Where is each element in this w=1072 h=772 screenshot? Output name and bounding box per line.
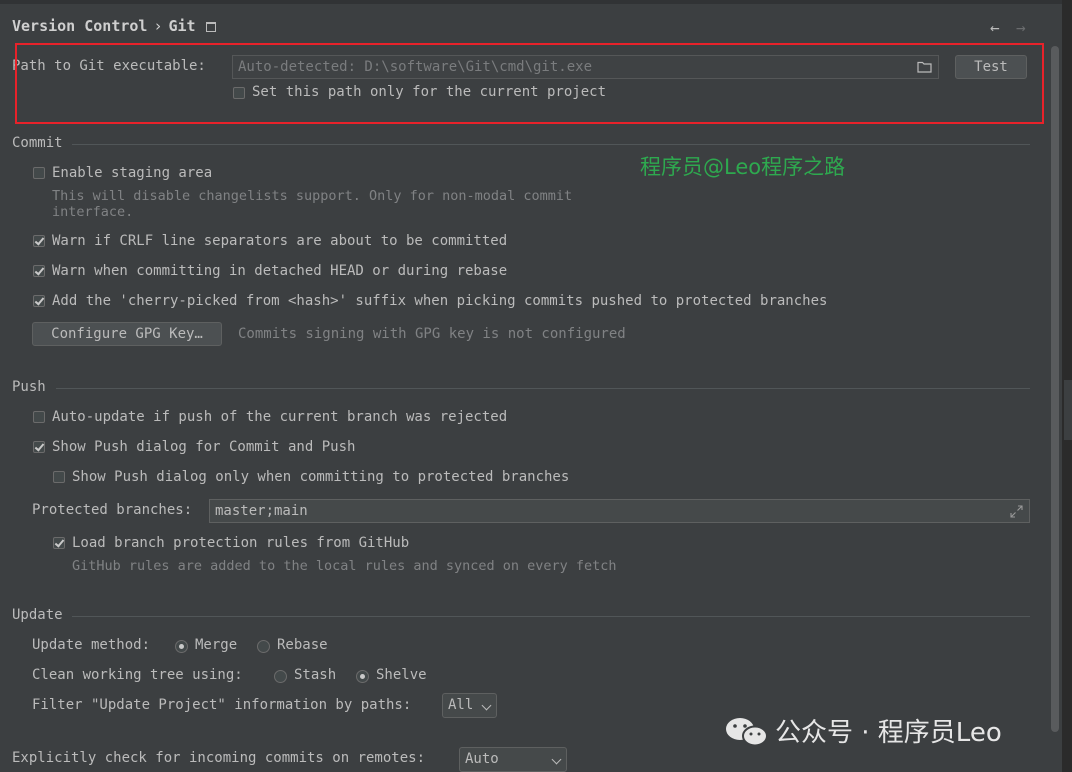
staging-hint-line1: This will disable changelists support. O… bbox=[52, 188, 573, 204]
enable-staging-label: Enable staging area bbox=[52, 165, 213, 181]
show-push-dialog-checkbox[interactable] bbox=[33, 441, 45, 453]
rebase-label: Rebase bbox=[277, 637, 328, 653]
load-rules-label: Load branch protection rules from GitHub bbox=[72, 535, 410, 551]
top-border bbox=[0, 0, 1072, 4]
show-push-protected-checkbox[interactable] bbox=[53, 471, 65, 483]
window-icon[interactable] bbox=[205, 21, 216, 32]
highlight-box bbox=[15, 43, 1044, 124]
push-section-title: Push bbox=[12, 379, 46, 395]
gpg-status: Commits signing with GPG key is not conf… bbox=[238, 326, 626, 342]
breadcrumb-page: Git bbox=[168, 17, 196, 35]
watermark: 程序员@Leo程序之路 bbox=[640, 155, 846, 179]
scrollbar-thumb[interactable] bbox=[1051, 46, 1059, 732]
commit-divider bbox=[72, 144, 1030, 145]
breadcrumb: Version Control › Git bbox=[12, 17, 216, 35]
auto-update-checkbox[interactable] bbox=[33, 411, 45, 423]
breadcrumb-separator: › bbox=[153, 17, 163, 35]
stash-label: Stash bbox=[294, 667, 337, 683]
show-push-protected-label: Show Push dialog only when committing to… bbox=[72, 469, 570, 485]
merge-label: Merge bbox=[195, 637, 238, 653]
right-panel-edge-mark bbox=[1064, 380, 1072, 440]
protected-branches-input[interactable]: master;main bbox=[209, 499, 1030, 523]
warn-detached-label: Warn when committing in detached HEAD or… bbox=[52, 263, 508, 279]
commit-section-title: Commit bbox=[12, 135, 63, 151]
warn-detached-checkbox[interactable] bbox=[33, 265, 45, 277]
wechat-tag-text: 公众号 · 程序员Leo bbox=[775, 718, 1002, 748]
load-rules-checkbox[interactable] bbox=[53, 537, 65, 549]
shelve-radio[interactable] bbox=[356, 670, 369, 683]
expand-icon[interactable] bbox=[1010, 505, 1023, 518]
incoming-commits-label: Explicitly check for incoming commits on… bbox=[12, 750, 426, 766]
filter-paths-label: Filter "Update Project" information by p… bbox=[32, 697, 412, 713]
warn-crlf-checkbox[interactable] bbox=[33, 235, 45, 247]
chevron-down-icon bbox=[551, 754, 562, 765]
protected-branches-label: Protected branches: bbox=[32, 502, 193, 518]
rules-hint: GitHub rules are added to the local rule… bbox=[72, 558, 617, 574]
merge-radio[interactable] bbox=[175, 640, 188, 653]
auto-update-label: Auto-update if push of the current branc… bbox=[52, 409, 508, 425]
wechat-logo-icon bbox=[726, 718, 768, 747]
shelve-label: Shelve bbox=[376, 667, 427, 683]
breadcrumb-section[interactable]: Version Control bbox=[12, 17, 147, 35]
protected-branches-value: master;main bbox=[215, 503, 308, 519]
configure-gpg-button[interactable]: Configure GPG Key… bbox=[32, 322, 222, 346]
enable-staging-checkbox[interactable] bbox=[33, 167, 45, 179]
push-divider bbox=[56, 388, 1030, 389]
staging-hint-line2: interface. bbox=[52, 204, 134, 220]
filter-paths-value: All bbox=[448, 697, 474, 713]
update-section-title: Update bbox=[12, 607, 63, 623]
warn-crlf-label: Warn if CRLF line separators are about t… bbox=[52, 233, 508, 249]
cherry-pick-checkbox[interactable] bbox=[33, 295, 45, 307]
update-method-label: Update method: bbox=[32, 637, 151, 653]
cherry-pick-label: Add the 'cherry-picked from <hash>' suff… bbox=[52, 293, 828, 309]
wechat-badge: 公众号 · 程序员Leo bbox=[725, 712, 1002, 749]
update-divider bbox=[72, 616, 1030, 617]
clean-tree-label: Clean working tree using: bbox=[32, 667, 243, 683]
incoming-commits-dropdown[interactable]: Auto bbox=[459, 747, 567, 772]
forward-arrow-icon[interactable]: → bbox=[1016, 18, 1026, 37]
chevron-down-icon bbox=[481, 700, 492, 711]
filter-paths-dropdown[interactable]: All bbox=[442, 693, 497, 718]
back-arrow-icon[interactable]: ← bbox=[990, 18, 1000, 37]
incoming-commits-value: Auto bbox=[465, 751, 499, 767]
show-push-dialog-label: Show Push dialog for Commit and Push bbox=[52, 439, 356, 455]
stash-radio[interactable] bbox=[274, 670, 287, 683]
rebase-radio[interactable] bbox=[257, 640, 270, 653]
